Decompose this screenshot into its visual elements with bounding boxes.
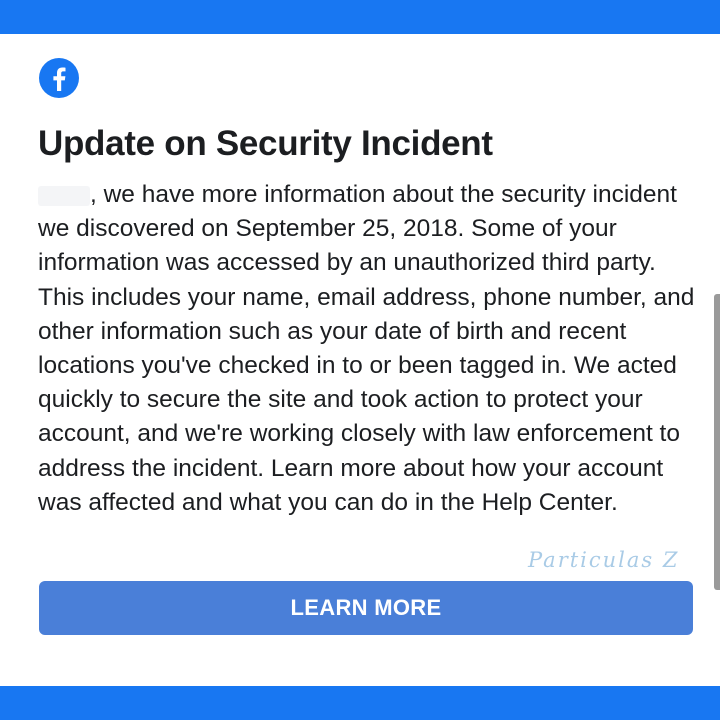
scrollbar[interactable]	[714, 294, 720, 590]
notice-body-text: , we have more information about the sec…	[38, 181, 695, 516]
bottom-blue-bar	[0, 686, 720, 720]
facebook-logo-icon	[39, 58, 79, 98]
top-blue-bar	[0, 0, 720, 34]
learn-more-button[interactable]: LEARN MORE	[39, 581, 693, 635]
watermark-text: Particulas Z	[528, 548, 680, 572]
page-title: Update on Security Incident	[38, 124, 493, 163]
notice-body: , we have more information about the sec…	[38, 178, 698, 520]
redacted-name	[38, 185, 90, 206]
